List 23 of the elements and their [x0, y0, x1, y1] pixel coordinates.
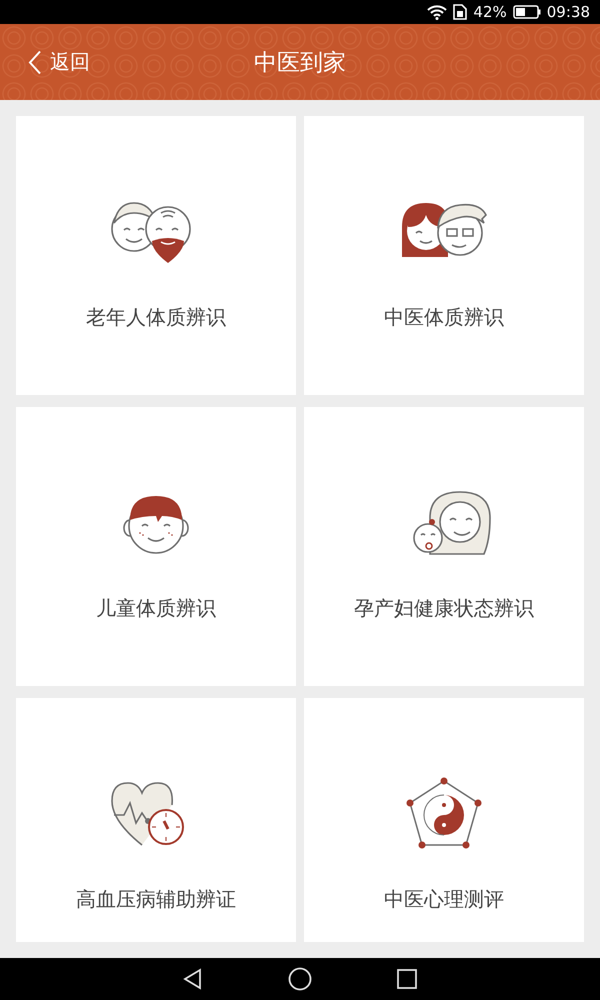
card-label: 孕产妇健康状态辨识	[354, 595, 534, 622]
category-card[interactable]: 中医心理测评	[304, 698, 584, 942]
category-card[interactable]: 儿童体质辨识	[16, 407, 296, 686]
battery-percent: 42%	[473, 3, 507, 21]
card-label: 高血压病辅助辨证	[76, 886, 236, 913]
page-title: 中医到家	[254, 48, 346, 78]
card-label: 中医体质辨识	[384, 304, 504, 331]
wifi-icon	[427, 4, 448, 20]
category-card[interactable]: 孕产妇健康状态辨识	[304, 407, 584, 686]
category-card[interactable]: 高血压病辅助辨证	[16, 698, 296, 942]
chevron-left-icon	[28, 49, 42, 75]
recents-nav-button[interactable]	[396, 968, 418, 990]
card-label: 儿童体质辨识	[96, 595, 216, 622]
card-label: 老年人体质辨识	[86, 304, 226, 331]
category-card[interactable]: 中医体质辨识	[304, 116, 584, 395]
sim-card-icon	[453, 4, 468, 20]
category-card[interactable]: 老年人体质辨识	[16, 116, 296, 395]
battery-icon	[512, 5, 541, 19]
back-nav-button[interactable]	[182, 968, 204, 990]
card-label: 中医心理测评	[384, 886, 504, 913]
clock-time: 09:38	[546, 3, 590, 21]
home-nav-button[interactable]	[288, 967, 312, 991]
back-button[interactable]: 返回	[24, 46, 94, 78]
